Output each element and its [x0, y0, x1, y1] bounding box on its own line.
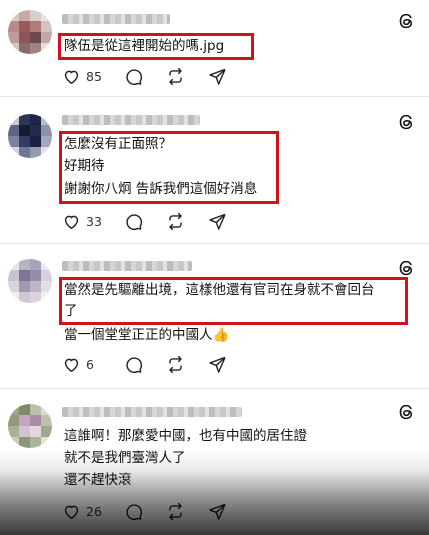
comment-icon: [126, 213, 143, 230]
threads-logo-icon: [397, 259, 415, 277]
heart-icon: [64, 70, 79, 84]
avatar[interactable]: [8, 404, 52, 448]
heart-icon: [64, 215, 79, 229]
send-icon: [209, 503, 226, 520]
threads-logo-icon: [397, 113, 415, 131]
repost-button[interactable]: [166, 66, 185, 86]
username-obscured[interactable]: [62, 115, 200, 125]
reply-button[interactable]: [124, 501, 143, 521]
repost-icon: [169, 502, 182, 520]
reply-post-2: 怎麼沒有正面照？ 好期待 謝謝你八炯 告訴我們這個好消息 33: [0, 97, 429, 243]
post-text: 這誰啊！那麼愛中國，也有中國的居住證: [64, 428, 307, 444]
post-actions: 26: [62, 501, 262, 521]
threads-logo-icon: [397, 12, 415, 30]
like-button[interactable]: 33: [62, 211, 102, 231]
send-icon: [209, 68, 226, 85]
post-actions: 85: [62, 66, 262, 86]
like-count: 6: [86, 356, 94, 372]
comment-icon: [126, 503, 143, 520]
reply-button[interactable]: [124, 211, 143, 231]
reply-button[interactable]: [124, 66, 143, 86]
avatar[interactable]: [8, 259, 52, 303]
like-button[interactable]: 85: [62, 66, 102, 86]
threads-logo-icon: [397, 403, 415, 421]
share-button[interactable]: [208, 211, 227, 231]
heart-icon: [64, 505, 79, 519]
reply-post-1: 隊伍是從這裡開始的嗎.jpg 85: [0, 0, 429, 96]
repost-icon: [169, 212, 182, 230]
reply-post-3: 當然是先驅離出境，這樣他還有官司在身就不會回台 了 當一個堂堂正正的中國人👍 6: [0, 244, 429, 388]
post-text: 當然是先驅離出境，這樣他還有官司在身就不會回台: [64, 282, 375, 298]
post-text: 好期待: [64, 158, 105, 174]
username-obscured[interactable]: [62, 14, 170, 24]
share-button[interactable]: [208, 66, 227, 86]
repost-button[interactable]: [166, 211, 185, 231]
reply-post-4: 這誰啊！那麼愛中國，也有中國的居住證 就不是我們臺灣人了 還不趕快滾 26: [0, 389, 429, 535]
post-text: 怎麼沒有正面照？: [64, 136, 172, 152]
post-text: 還不趕快滾: [64, 472, 132, 488]
post-text: 就不是我們臺灣人了: [64, 450, 186, 466]
like-count: 33: [86, 213, 102, 229]
repost-button[interactable]: [166, 354, 185, 374]
username-obscured[interactable]: [62, 407, 242, 417]
post-text: 謝謝你八炯 告訴我們這個好消息: [64, 181, 258, 197]
comment-icon: [126, 356, 143, 373]
heart-icon: [64, 358, 79, 372]
like-button[interactable]: 6: [62, 354, 94, 374]
like-button[interactable]: 26: [62, 501, 102, 521]
avatar[interactable]: [8, 10, 52, 54]
avatar[interactable]: [8, 114, 52, 158]
repost-button[interactable]: [166, 501, 185, 521]
post-text: 隊伍是從這裡開始的嗎.jpg: [64, 38, 225, 54]
send-icon: [209, 356, 226, 373]
share-button[interactable]: [208, 501, 227, 521]
comment-icon: [126, 68, 143, 85]
username-obscured[interactable]: [62, 261, 192, 271]
repost-icon: [169, 67, 182, 85]
send-icon: [209, 213, 226, 230]
post-text: 了: [64, 303, 78, 319]
share-button[interactable]: [208, 354, 227, 374]
post-actions: 33: [62, 211, 262, 231]
post-actions: 6: [62, 354, 262, 374]
like-count: 26: [86, 503, 102, 519]
post-text: 當一個堂堂正正的中國人👍: [64, 327, 230, 343]
repost-icon: [169, 355, 182, 373]
like-count: 85: [86, 68, 102, 84]
reply-button[interactable]: [124, 354, 143, 374]
